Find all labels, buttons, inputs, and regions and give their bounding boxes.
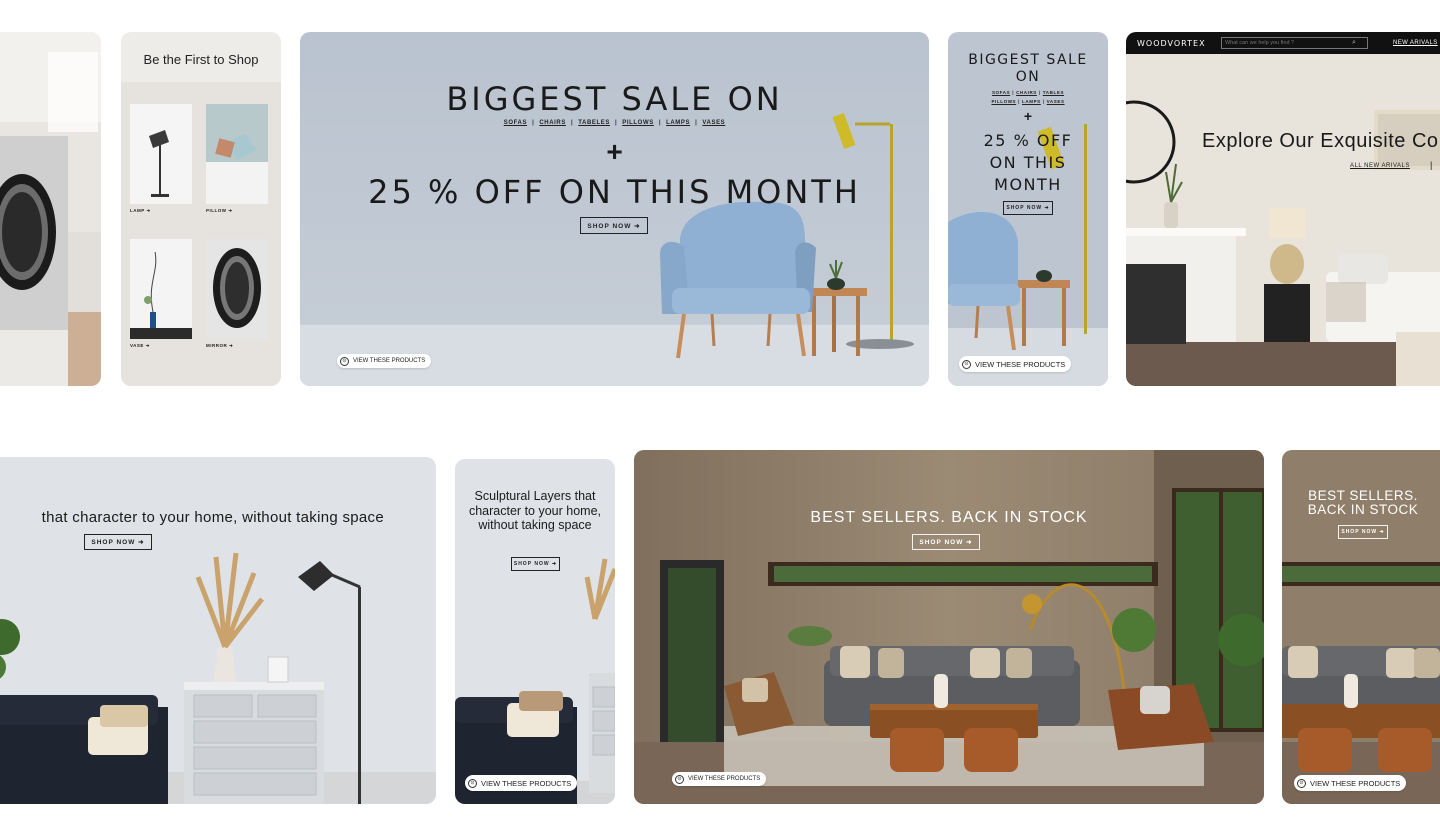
shop-now-button[interactable]: SHOP NOW ➜ bbox=[580, 217, 648, 234]
mobile-category-vases[interactable]: VASES bbox=[1047, 99, 1065, 104]
bestsellers-mobile-card: BEST SELLERS. BACK IN STOCK SHOP NOW ➜ ⊙… bbox=[1282, 450, 1440, 804]
mobile-category-links-2: PILLOWS | LAMPS | VASES bbox=[991, 99, 1065, 104]
sculptural-view-products-label: VIEW THESE PRODUCTS bbox=[481, 778, 572, 788]
category-chairs[interactable]: CHAIRS bbox=[539, 120, 566, 126]
product-grid-card: Be the First to Shop LAMP ➜ PILLOW ➜ VAS… bbox=[121, 32, 281, 386]
view-products-label: VIEW THESE PRODUCTS bbox=[353, 358, 426, 364]
sculptural-view-products-button[interactable]: ⊙ VIEW THESE PRODUCTS bbox=[465, 775, 578, 791]
category-sofas[interactable]: SOFAS bbox=[504, 120, 527, 126]
mirror-crop-card bbox=[0, 32, 101, 386]
mirror-room-image bbox=[0, 32, 101, 386]
grid-heading: Be the First to Shop bbox=[143, 52, 259, 67]
mobile-shop-now-button[interactable]: SHOP NOW ➜ bbox=[1003, 201, 1053, 215]
lounge-scene bbox=[634, 450, 1264, 804]
character-shop-now-button[interactable]: SHOP NOW ➜ bbox=[84, 534, 152, 550]
mobile-bestsellers-bag-icon: ⊙ bbox=[1297, 778, 1306, 788]
bestsellers-bag-icon: ⊙ bbox=[675, 774, 684, 784]
bestsellers-view-products-button[interactable]: ⊙ VIEW THESE PRODUCTS bbox=[672, 772, 767, 786]
bestsellers-banner-card: BEST SELLERS. BACK IN STOCK SHOP NOW ➜ ⊙… bbox=[634, 450, 1264, 804]
mobile-view-products-label: VIEW THESE PRODUCTS bbox=[975, 359, 1066, 369]
mobile-category-pillows[interactable]: PILLOWS bbox=[991, 99, 1016, 104]
web-all-new-arrivals-link[interactable]: ALL NEW ARIVALS bbox=[1350, 163, 1410, 169]
sale-headline: BIGGEST SALE ON bbox=[446, 80, 783, 118]
sculptural-shop-now-button[interactable]: SHOP NOW ➜ bbox=[511, 557, 560, 571]
sculptural-bag-icon: ⊙ bbox=[468, 778, 477, 788]
sale-category-links: SOFAS | CHAIRS | TABELES | PILLOWS | LAMPS | VASES bbox=[503, 120, 726, 126]
search-icon[interactable]: ⌕ bbox=[1352, 39, 1356, 47]
sale-banner-card: BIGGEST SALE ON SOFAS | CHAIRS | TABELES | PIL… bbox=[300, 32, 929, 386]
bestsellers-shop-now-button[interactable]: SHOP NOW ➜ bbox=[912, 534, 980, 550]
mirror-label[interactable]: MIRROR ➜ bbox=[206, 343, 233, 349]
view-products-button[interactable]: ⊙ VIEW THESE PRODUCTS bbox=[337, 354, 432, 368]
sale-offer: 25 % OFF ON THIS MONTH bbox=[368, 173, 861, 211]
mobile-sale-headline: BIGGEST SALE ON bbox=[968, 52, 1088, 85]
mobile-category-tables[interactable]: TABLES bbox=[1043, 90, 1064, 95]
sale-plus: + bbox=[606, 136, 623, 167]
search-input[interactable] bbox=[1222, 40, 1352, 46]
bestsellers-headline: BEST SELLERS. BACK IN STOCK bbox=[810, 509, 1088, 526]
category-lamps[interactable]: LAMPS bbox=[666, 120, 690, 126]
mobile-category-sofas[interactable]: SOFAS bbox=[992, 90, 1010, 95]
pillow-label[interactable]: PILLOW ➜ bbox=[206, 208, 233, 214]
design-showcase-canvas: Be the First to Shop LAMP ➜ PILLOW ➜ VAS… bbox=[0, 0, 1440, 836]
mobile-bestsellers-shop-now-button[interactable]: SHOP NOW ➜ bbox=[1338, 525, 1388, 539]
bag-icon: ⊙ bbox=[340, 356, 349, 366]
mobile-bag-icon: ⊙ bbox=[962, 359, 971, 369]
category-tables[interactable]: TABELES bbox=[578, 120, 610, 126]
website-banner-card: WOODVORTEX ⌕ NEW ARIVALS Explore Our Exq… bbox=[1126, 32, 1440, 386]
web-headline: Explore Our Exquisite Co bbox=[1202, 130, 1439, 152]
bestsellers-view-products-label: VIEW THESE PRODUCTS bbox=[688, 776, 761, 782]
character-headline: that character to your home, without tak… bbox=[41, 509, 384, 526]
mobile-view-products-button[interactable]: ⊙ VIEW THESE PRODUCTS bbox=[959, 356, 1072, 372]
mobile-sale-plus: + bbox=[1023, 108, 1033, 124]
category-pillows[interactable]: PILLOWS bbox=[622, 120, 654, 126]
web-link-divider: | bbox=[1430, 160, 1433, 170]
mobile-category-lamps[interactable]: LAMPS bbox=[1022, 99, 1041, 104]
search-field[interactable]: ⌕ bbox=[1221, 37, 1368, 49]
mobile-bestsellers-view-products-label: VIEW THESE PRODUCTS bbox=[1310, 778, 1401, 788]
mobile-sale-offer: 25 % OFF ON THIS MONTH bbox=[983, 131, 1073, 194]
character-banner-card: that character to your home, without tak… bbox=[0, 457, 436, 804]
living-room-scene bbox=[1126, 32, 1440, 386]
vase-label[interactable]: VASE ➜ bbox=[130, 343, 150, 349]
mobile-bestsellers-view-products-button[interactable]: ⊙ VIEW THESE PRODUCTS bbox=[1294, 775, 1407, 791]
lamp-label[interactable]: LAMP ➜ bbox=[130, 208, 151, 214]
mobile-category-chairs[interactable]: CHAIRS bbox=[1016, 90, 1037, 95]
sculptural-headline: Sculptural Layers that character to your… bbox=[468, 489, 601, 532]
site-header: WOODVORTEX ⌕ NEW ARIVALS bbox=[1126, 32, 1440, 54]
nav-new-arrivals-link[interactable]: NEW ARIVALS bbox=[1393, 40, 1438, 46]
sale-mobile-card: BIGGEST SALE ON SOFAS | CHAIRS | TABLES PILL… bbox=[948, 32, 1108, 386]
category-vases[interactable]: VASES bbox=[702, 120, 725, 126]
mobile-category-links-1: SOFAS | CHAIRS | TABLES bbox=[991, 90, 1065, 95]
mobile-bestsellers-headline: BEST SELLERS. BACK IN STOCK bbox=[1307, 488, 1419, 517]
sculptural-card: Sculptural Layers that character to your… bbox=[455, 459, 615, 804]
brand-logo[interactable]: WOODVORTEX bbox=[1137, 39, 1206, 48]
